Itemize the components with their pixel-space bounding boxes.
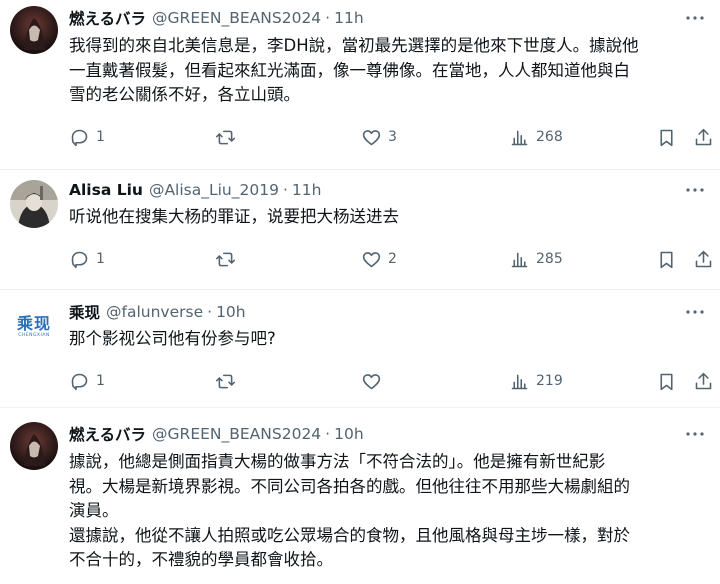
- like-button[interactable]: 2: [361, 247, 397, 271]
- action-bar: 1 219: [69, 369, 720, 393]
- reply-icon: [71, 373, 88, 390]
- avatar[interactable]: [10, 180, 58, 228]
- like-button[interactable]: [361, 369, 388, 393]
- avatar[interactable]: [10, 6, 58, 54]
- views-count: 285: [536, 251, 563, 267]
- separator-dot: ·: [325, 9, 331, 27]
- reply-count: 1: [96, 373, 105, 389]
- timestamp[interactable]: 10h: [216, 303, 246, 321]
- tweet-text-line: 一直戴著假髮，但看起來紅光滿面，像一尊佛像。在當地，人人都知道他與白: [69, 60, 630, 80]
- views-button[interactable]: 219: [509, 369, 563, 393]
- bookmark-icon: [660, 373, 673, 390]
- separator-dot: ·: [325, 425, 331, 443]
- like-count: 2: [388, 251, 397, 267]
- tweet[interactable]: 燃えるバラ @GREEN_BEANS2024 · 10h 據說，他總是側面指責大…: [0, 408, 720, 584]
- heart-icon: [362, 129, 381, 145]
- tweet-text: 據說，他總是側面指責大楊的做事方法「不符合法的」。他是擁有新世紀影 視。大楊是新…: [69, 450, 706, 573]
- more-icon[interactable]: [684, 302, 706, 322]
- share-icon: [695, 372, 712, 389]
- more-icon[interactable]: [684, 180, 706, 200]
- timestamp[interactable]: 11h: [292, 181, 322, 199]
- views-count: 219: [536, 373, 563, 389]
- tweet[interactable]: Alisa Liu @Alisa_Liu_2019 · 11h 听说他在搜集大杨…: [0, 170, 720, 290]
- tweet-text-line: 演員。: [69, 501, 119, 520]
- retweet-button[interactable]: [215, 125, 242, 149]
- share-button[interactable]: [693, 247, 714, 271]
- tweet-text: 听说他在搜集大杨的罪证，说要把大杨送进去: [69, 205, 706, 230]
- bookmark-button[interactable]: [656, 125, 677, 149]
- reply-count: 1: [96, 251, 105, 267]
- views-icon: [511, 130, 528, 145]
- bookmark-icon: [660, 251, 673, 268]
- bookmark-button[interactable]: [656, 369, 677, 393]
- logo-subtext: CHENGXIAN: [18, 333, 50, 338]
- action-bar: 1 2 285: [69, 247, 720, 271]
- tweet-text-line: 視。大楊是新境界影視。不同公司各拍各的戲。但他往往不用那些大楊劇組的: [69, 476, 630, 496]
- tweet-header: 燃えるバラ @GREEN_BEANS2024 · 11h: [69, 6, 672, 30]
- separator-dot: ·: [207, 303, 213, 321]
- share-button[interactable]: [693, 369, 714, 393]
- action-bar: 1 3 268: [69, 125, 720, 149]
- views-button[interactable]: 268: [509, 125, 563, 149]
- reply-button[interactable]: 1: [69, 369, 105, 393]
- heart-icon: [362, 373, 381, 389]
- share-button[interactable]: [693, 125, 714, 149]
- like-button[interactable]: 3: [361, 125, 397, 149]
- retweet-icon: [215, 374, 236, 388]
- like-count: 3: [388, 129, 397, 145]
- tweet[interactable]: 燃えるバラ @GREEN_BEANS2024 · 11h 我得到的來自北美信息是…: [0, 0, 720, 170]
- tweet-text-line: 那个影视公司他有份参与吧?: [69, 329, 276, 348]
- tweet-header: 乘现 @falunverse · 10h: [69, 300, 672, 324]
- bookmark-icon: [660, 129, 673, 146]
- display-name[interactable]: 燃えるバラ: [69, 7, 146, 29]
- heart-icon: [362, 251, 381, 267]
- tweet-text-line: 雪的老公關係不好，各立山頭。: [69, 85, 300, 104]
- reply-count: 1: [96, 129, 105, 145]
- views-icon: [511, 374, 528, 389]
- more-icon[interactable]: [684, 424, 706, 444]
- tweet-text-line: 不合十的，不禮貌的學員都會收拾。: [69, 550, 333, 569]
- separator-dot: ·: [282, 181, 288, 199]
- views-count: 268: [536, 129, 563, 145]
- views-button[interactable]: 285: [509, 247, 563, 271]
- timestamp[interactable]: 10h: [334, 425, 364, 443]
- tweet-text: 我得到的來自北美信息是，李DH說，當初最先選擇的是他來下世度人。據說他 一直戴著…: [69, 34, 706, 108]
- display-name[interactable]: 乘现: [69, 301, 100, 323]
- tweet-header: 燃えるバラ @GREEN_BEANS2024 · 10h: [69, 422, 672, 446]
- avatar[interactable]: 乘现 CHENGXIAN: [10, 302, 58, 350]
- retweet-icon: [215, 252, 236, 266]
- reply-button[interactable]: 1: [69, 125, 105, 149]
- retweet-button[interactable]: [215, 369, 242, 393]
- tweet-text-line: 據說，他總是側面指責大楊的做事方法「不符合法的」。他是擁有新世紀影: [69, 452, 606, 471]
- more-icon[interactable]: [684, 8, 706, 28]
- retweet-icon: [215, 130, 236, 144]
- tweet-text-line: 還據說，他從不讓人拍照或吃公眾場合的食物，且他風格與母主埗一樣，對於: [69, 525, 630, 545]
- views-icon: [511, 252, 528, 267]
- user-handle[interactable]: @Alisa_Liu_2019: [149, 181, 279, 199]
- display-name[interactable]: Alisa Liu: [69, 181, 143, 199]
- share-icon: [695, 250, 712, 267]
- user-handle[interactable]: @falunverse: [106, 303, 203, 321]
- share-icon: [695, 128, 712, 145]
- user-handle[interactable]: @GREEN_BEANS2024: [152, 9, 321, 27]
- avatar[interactable]: [10, 422, 58, 470]
- reply-icon: [71, 129, 88, 146]
- user-handle[interactable]: @GREEN_BEANS2024: [152, 425, 321, 443]
- display-name[interactable]: 燃えるバラ: [69, 423, 146, 445]
- reply-button[interactable]: 1: [69, 247, 105, 271]
- timestamp[interactable]: 11h: [334, 9, 364, 27]
- avatar-logo: 乘现: [12, 312, 56, 333]
- logo-text: 乘现: [16, 314, 51, 333]
- tweet-text-line: 听说他在搜集大杨的罪证，说要把大杨送进去: [69, 207, 399, 226]
- reply-thread: 燃えるバラ @GREEN_BEANS2024 · 11h 我得到的來自北美信息是…: [0, 0, 720, 584]
- tweet-header: Alisa Liu @Alisa_Liu_2019 · 11h: [69, 178, 672, 202]
- tweet[interactable]: 乘现 CHENGXIAN 乘现 @falunverse · 10h 那个影视公司…: [0, 290, 720, 408]
- reply-icon: [71, 251, 88, 268]
- tweet-text-line: 我得到的來自北美信息是，李DH說，當初最先選擇的是他來下世度人。據說他: [69, 36, 639, 55]
- retweet-button[interactable]: [215, 247, 242, 271]
- bookmark-button[interactable]: [656, 247, 677, 271]
- tweet-text: 那个影视公司他有份参与吧?: [69, 327, 706, 352]
